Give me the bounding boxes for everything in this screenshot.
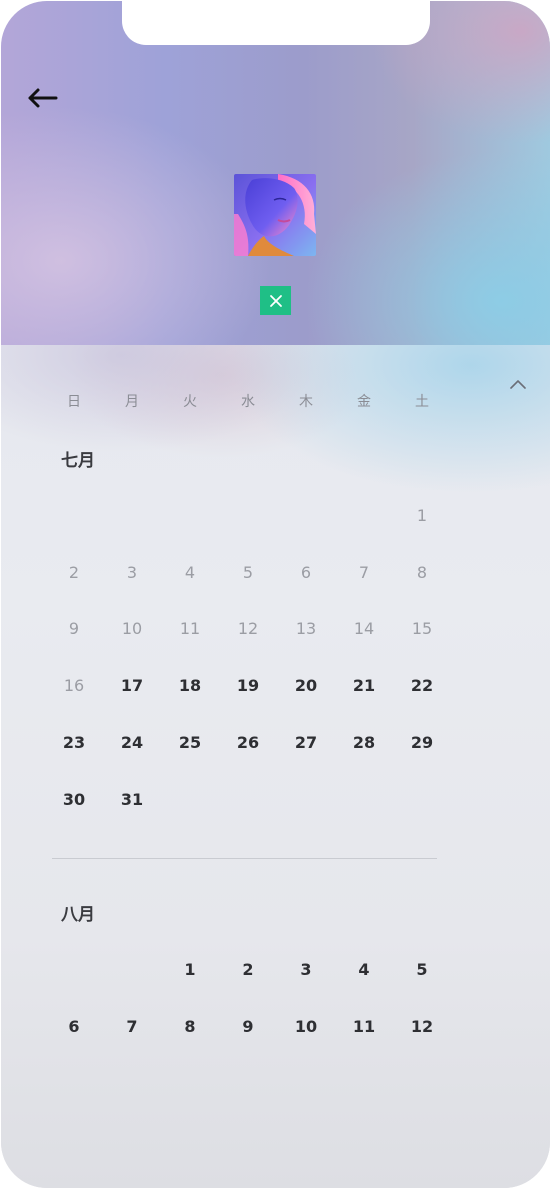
calendar-day: 4 <box>184 563 196 582</box>
calendar-day[interactable]: 31 <box>110 788 154 812</box>
weekday-label: 月 <box>125 394 139 410</box>
calendar-day[interactable]: 30 <box>52 788 96 812</box>
profile-portrait <box>234 174 316 256</box>
back-button[interactable] <box>25 85 59 111</box>
calendar-day[interactable]: 4 <box>342 958 386 982</box>
calendar-day: 15 <box>411 619 433 638</box>
weekday-label: 金 <box>357 394 371 410</box>
calendar-day: 13 <box>295 619 317 638</box>
phone-screen: 日 月 火 水 木 金 土 七月 1 2 3 4 5 6 7 8 9 10 11 12 13 14 15 16… <box>1 1 550 1188</box>
close-icon <box>269 294 282 307</box>
calendar-day: 5 <box>242 563 254 582</box>
weekday-label: 日 <box>67 394 81 410</box>
calendar-day[interactable]: 21 <box>342 674 386 698</box>
calendar-day[interactable]: 25 <box>168 731 212 755</box>
weekday-label: 木 <box>299 394 313 410</box>
calendar-day: 8 <box>416 563 428 582</box>
calendar-day[interactable]: 23 <box>52 731 96 755</box>
calendar-day[interactable]: 27 <box>284 731 328 755</box>
device-notch <box>122 1 430 45</box>
close-button[interactable] <box>260 286 291 315</box>
chevron-up-icon <box>510 380 526 389</box>
weekday-label: 土 <box>415 394 429 410</box>
calendar-day[interactable]: 8 <box>168 1015 212 1039</box>
calendar-day: 9 <box>68 619 80 638</box>
calendar-day[interactable]: 17 <box>110 674 154 698</box>
calendar-day: 3 <box>126 563 138 582</box>
calendar-day[interactable]: 9 <box>226 1015 270 1039</box>
arrow-left-icon <box>28 88 58 108</box>
calendar-day[interactable]: 22 <box>400 674 444 698</box>
calendar-day[interactable]: 19 <box>226 674 270 698</box>
calendar-day: 7 <box>358 563 370 582</box>
calendar-day: 6 <box>300 563 312 582</box>
weekday-label: 水 <box>241 394 255 410</box>
calendar-day: 12 <box>237 619 259 638</box>
calendar-day: 10 <box>121 619 143 638</box>
month-divider <box>52 858 437 859</box>
calendar-day[interactable]: 5 <box>400 958 444 982</box>
calendar-day: 11 <box>179 619 201 638</box>
calendar-day[interactable]: 18 <box>168 674 212 698</box>
calendar-day[interactable]: 2 <box>226 958 270 982</box>
month-title-august: 八月 <box>61 905 95 925</box>
calendar-day: 14 <box>353 619 375 638</box>
calendar-day[interactable]: 29 <box>400 731 444 755</box>
calendar-day[interactable]: 7 <box>110 1015 154 1039</box>
calendar-day[interactable]: 3 <box>284 958 328 982</box>
calendar-day[interactable]: 6 <box>52 1015 96 1039</box>
avatar[interactable] <box>234 174 316 256</box>
calendar-day: 1 <box>416 506 428 525</box>
calendar-day[interactable]: 12 <box>400 1015 444 1039</box>
collapse-button[interactable] <box>506 375 530 393</box>
calendar-day[interactable]: 26 <box>226 731 270 755</box>
month-title-july: 七月 <box>61 451 95 471</box>
calendar-day[interactable]: 1 <box>168 958 212 982</box>
weekday-label: 火 <box>183 394 197 410</box>
calendar-day[interactable]: 20 <box>284 674 328 698</box>
calendar-day[interactable]: 28 <box>342 731 386 755</box>
calendar-day[interactable]: 11 <box>342 1015 386 1039</box>
calendar-day[interactable]: 24 <box>110 731 154 755</box>
calendar-day: 16 <box>63 676 85 695</box>
calendar-day: 2 <box>68 563 80 582</box>
calendar-day[interactable]: 10 <box>284 1015 328 1039</box>
